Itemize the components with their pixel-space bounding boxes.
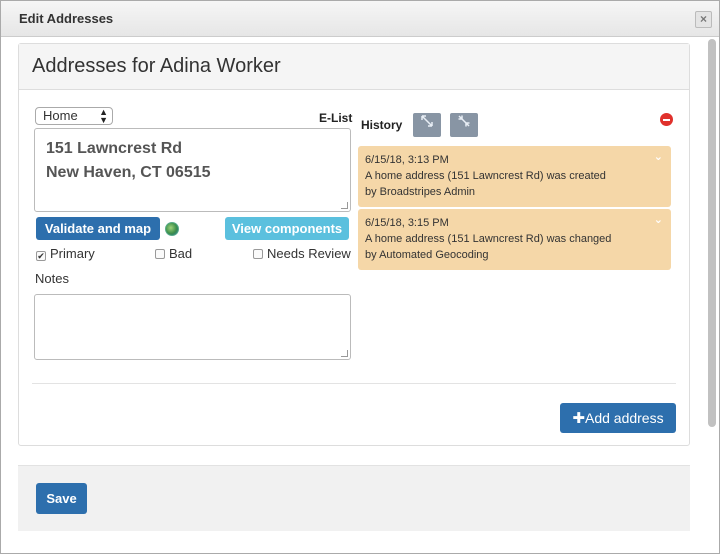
select-arrows-icon: ▲ ▼ bbox=[99, 107, 108, 125]
address-textarea[interactable]: 151 Lawncrest Rd New Haven, CT 06515 bbox=[34, 128, 351, 212]
collapse-icon[interactable] bbox=[450, 113, 478, 137]
history-label: History bbox=[361, 118, 403, 132]
chevron-down-icon[interactable]: ⌄ bbox=[654, 149, 663, 165]
history-entry[interactable]: ⌄ 6/15/18, 3:13 PM A home address (151 L… bbox=[358, 146, 671, 207]
checkbox-checked-icon[interactable]: ✔ bbox=[36, 251, 46, 261]
dialog-titlebar: Edit Addresses × bbox=[1, 1, 719, 37]
checkbox-icon[interactable] bbox=[155, 249, 165, 259]
resize-handle-icon[interactable] bbox=[341, 202, 348, 209]
scrollbar-thumb[interactable] bbox=[708, 39, 716, 427]
needs-review-checkbox[interactable]: Needs Review bbox=[253, 247, 351, 261]
primary-checkbox[interactable]: ✔ Primary bbox=[36, 247, 95, 261]
page-title: Addresses for Adina Worker bbox=[32, 55, 281, 77]
divider bbox=[32, 383, 676, 384]
checkbox-icon[interactable] bbox=[253, 249, 263, 259]
history-entry[interactable]: ⌄ 6/15/18, 3:15 PM A home address (151 L… bbox=[358, 209, 671, 270]
primary-label: Primary bbox=[50, 246, 95, 261]
view-components-button[interactable]: View components bbox=[225, 217, 349, 240]
address-line-2: New Haven, CT 06515 bbox=[46, 164, 211, 181]
edit-addresses-dialog: Edit Addresses × Addresses for Adina Wor… bbox=[0, 0, 720, 554]
address-type-select[interactable]: Home ▲ ▼ bbox=[35, 107, 113, 125]
address-line-1: 151 Lawncrest Rd bbox=[46, 140, 183, 157]
notes-label: Notes bbox=[35, 271, 69, 286]
notes-textarea[interactable] bbox=[34, 294, 351, 360]
history-by: by Automated Geocoding bbox=[365, 249, 489, 261]
bad-label: Bad bbox=[169, 246, 193, 261]
save-button[interactable]: Save bbox=[36, 483, 87, 514]
chevron-down-icon[interactable]: ⌄ bbox=[654, 212, 663, 228]
add-address-label: Add address bbox=[584, 410, 664, 426]
validate-and-map-button[interactable]: Validate and map bbox=[36, 217, 160, 240]
remove-address-icon[interactable] bbox=[660, 113, 673, 126]
address-type-value: Home bbox=[43, 108, 78, 123]
expand-icon[interactable] bbox=[413, 113, 441, 137]
dialog-title: Edit Addresses bbox=[19, 11, 114, 26]
close-icon[interactable]: × bbox=[695, 11, 712, 28]
history-time: 6/15/18, 3:13 PM bbox=[365, 154, 449, 166]
dialog-footer bbox=[18, 465, 690, 531]
elist-label: E-List bbox=[319, 111, 353, 125]
history-text: A home address (151 Lawncrest Rd) was ch… bbox=[365, 233, 612, 245]
scrollbar[interactable] bbox=[705, 39, 717, 539]
add-address-button[interactable]: ✚Add address bbox=[560, 403, 676, 433]
history-by: by Broadstripes Admin bbox=[365, 186, 476, 198]
panel-header: Addresses for Adina Worker bbox=[19, 44, 689, 90]
needs-review-label: Needs Review bbox=[267, 246, 351, 261]
resize-handle-icon[interactable] bbox=[341, 350, 348, 357]
plus-icon: ✚ bbox=[572, 410, 585, 427]
bad-checkbox[interactable]: Bad bbox=[155, 247, 192, 261]
history-time: 6/15/18, 3:15 PM bbox=[365, 217, 449, 229]
history-text: A home address (151 Lawncrest Rd) was cr… bbox=[365, 170, 606, 182]
globe-icon[interactable] bbox=[165, 222, 179, 236]
